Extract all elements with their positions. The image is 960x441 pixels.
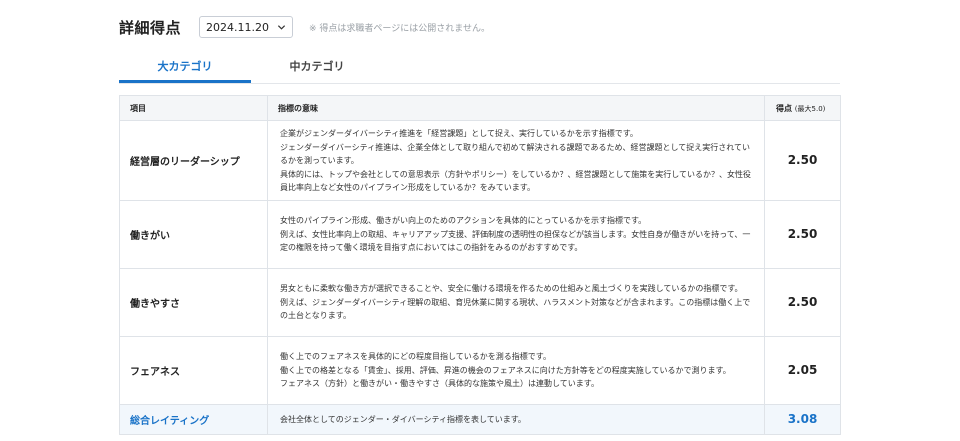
page-title: 詳細得点 bbox=[119, 18, 182, 37]
table-row: 働きやすさ 男女ともに柔軟な働き方が選択できることや、安全に働ける環境を作るため… bbox=[119, 267, 841, 337]
tab-major-category[interactable]: 大カテゴリ bbox=[119, 55, 251, 83]
header: 詳細得点 2024.11.20 ※ 得点は求職者ページには公開されません。 bbox=[119, 14, 490, 40]
row-item: 働きがい bbox=[119, 199, 268, 269]
row-item: 経営層のリーダーシップ bbox=[119, 120, 268, 201]
description-line: 男女ともに柔軟な働き方が選択できることや、安全に働ける環境を作るための仕組みと風… bbox=[280, 284, 743, 294]
column-header-item: 項目 bbox=[119, 95, 268, 121]
row-item: フェアネス bbox=[119, 335, 268, 405]
score-table: 項目 指標の意味 得点 (最大5.0) 経営層のリーダーシップ 企業がジェンダー… bbox=[119, 95, 841, 435]
row-description: 働く上でのフェアネスを具体的にどの程度目指しているかを測る指標です。 働く上での… bbox=[267, 335, 765, 405]
description-line: 例えば、ジェンダーダイバーシティ理解の取組、育児休業に関する現状、ハラスメント対… bbox=[280, 297, 751, 321]
row-description: 女性のパイプライン形成、働きがい向上のためのアクションを具体的にとっているかを示… bbox=[267, 199, 765, 269]
row-score: 2.50 bbox=[764, 267, 841, 337]
description-line: フェアネス（方針）と働きがい・働きやすさ（具体的な施策や風土）は連動しています。 bbox=[280, 379, 599, 389]
description-line: 具体的には、トップや会社としての意思表示（方針やポリシー）をしているか？、経営課… bbox=[280, 169, 752, 193]
table-row: 働きがい 女性のパイプライン形成、働きがい向上のためのアクションを具体的にとって… bbox=[119, 199, 841, 269]
description-line: 例えば、女性比率向上の取組、キャリアアップ支援、評価制度の透明性の担保などが該当… bbox=[280, 229, 751, 253]
description-line: 女性のパイプライン形成、働きがい向上のためのアクションを具体的にとっているかを示… bbox=[280, 216, 647, 226]
description-line: ジェンダーダイバーシティ推進は、企業全体として取り組んで初めて解決される課題であ… bbox=[280, 142, 750, 166]
date-select[interactable]: 2024.11.20 bbox=[199, 16, 294, 38]
tab-middle-category[interactable]: 中カテゴリ bbox=[251, 55, 383, 82]
row-item: 働きやすさ bbox=[119, 267, 268, 337]
description-line: 企業がジェンダーダイバーシティ推進を「経営課題」として捉え、実行しているかを示す… bbox=[280, 129, 638, 138]
privacy-note: ※ 得点は求職者ページには公開されません。 bbox=[309, 23, 490, 34]
total-rating-label: 総合レイティング bbox=[119, 403, 268, 435]
total-rating-description: 会社全体としてのジェンダー・ダイバーシティ指標を表しています。 bbox=[267, 403, 765, 435]
chevron-down-icon bbox=[277, 24, 286, 30]
table-row: 経営層のリーダーシップ 企業がジェンダーダイバーシティ推進を「経営課題」として捉… bbox=[119, 120, 841, 201]
row-score: 2.50 bbox=[764, 199, 841, 269]
total-rating-score: 3.08 bbox=[764, 403, 841, 435]
row-description: 企業がジェンダーダイバーシティ推進を「経営課題」として捉え、実行しているかを示す… bbox=[267, 120, 765, 201]
column-header-score-label: 得点 bbox=[776, 103, 792, 113]
column-header-meaning: 指標の意味 bbox=[267, 95, 765, 121]
row-score: 2.50 bbox=[764, 120, 841, 201]
date-select-value: 2024.11.20 bbox=[206, 20, 269, 34]
row-description: 男女ともに柔軟な働き方が選択できることや、安全に働ける環境を作るための仕組みと風… bbox=[267, 267, 765, 337]
category-tabs: 大カテゴリ 中カテゴリ bbox=[119, 55, 840, 84]
description-line: 働く上での格差となる「賃金」、採用、評価、昇進の機会のフェアネスに向けた方針等を… bbox=[280, 365, 731, 375]
column-header-score-note: (最大5.0) bbox=[794, 104, 826, 113]
table-row: フェアネス 働く上でのフェアネスを具体的にどの程度目指しているかを測る指標です。… bbox=[119, 335, 841, 405]
description-line: 働く上でのフェアネスを具体的にどの程度目指しているかを測る指標です。 bbox=[280, 352, 551, 362]
column-header-score: 得点 (最大5.0) bbox=[764, 95, 841, 121]
row-score: 2.05 bbox=[764, 335, 841, 405]
table-header-row: 項目 指標の意味 得点 (最大5.0) bbox=[119, 95, 841, 121]
total-rating-row: 総合レイティング 会社全体としてのジェンダー・ダイバーシティ指標を表しています。… bbox=[119, 403, 841, 435]
